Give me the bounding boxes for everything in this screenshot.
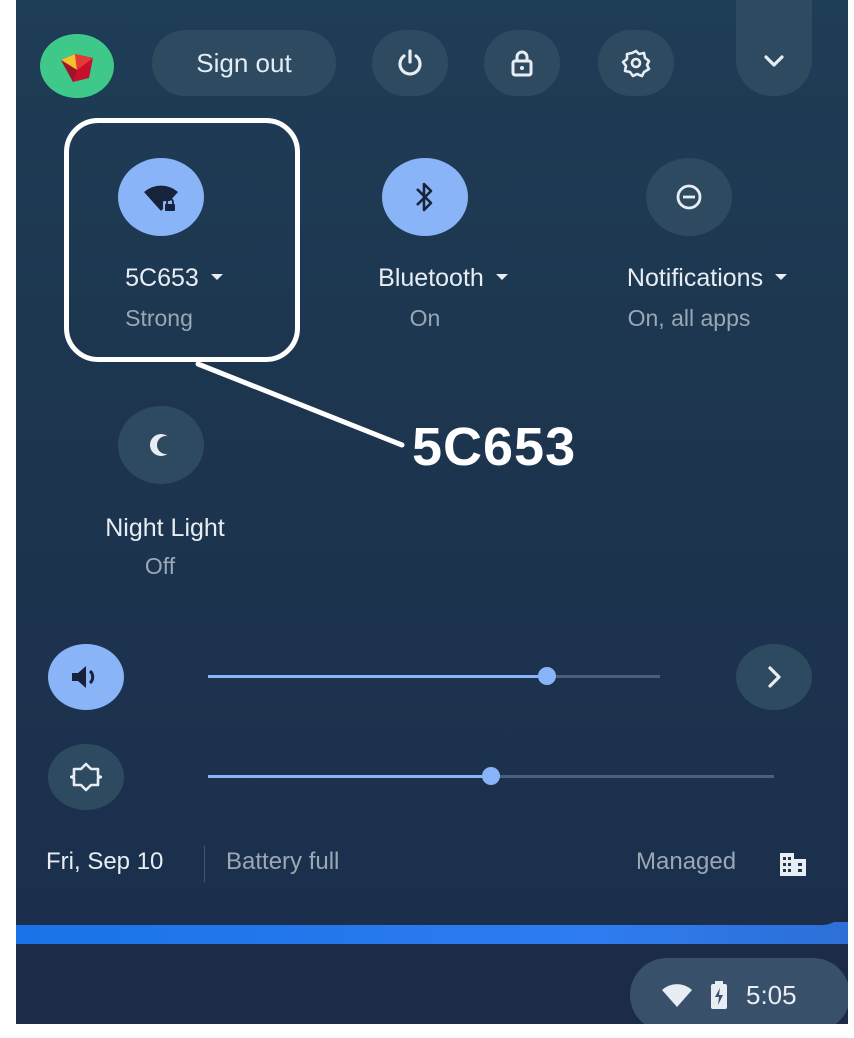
footer-divider [204,846,205,882]
battery-status: Battery full [226,848,340,875]
battery-charging-icon [711,981,727,1009]
volume-icon [72,666,95,688]
date-button[interactable]: Fri, Sep 10 [46,848,163,876]
chevron-right-icon [768,666,781,688]
callout-label: 5C653 [412,417,577,477]
wifi-icon [662,984,692,1007]
brightness-fill [208,775,491,778]
volume-slider-thumb[interactable] [538,667,556,685]
audio-settings-button[interactable] [736,644,812,710]
quick-settings-panel: Sign out 5C653 Strong Bluetooth On Notif… [16,0,848,925]
brightness-icon [70,762,102,792]
shelf-accent-bar [16,922,848,944]
managed-label[interactable]: Managed [636,848,736,876]
brightness-button[interactable] [48,744,124,810]
volume-mute-button[interactable] [48,644,124,710]
enterprise-building-icon [780,853,806,876]
clock-time: 5:05 [746,979,797,1010]
volume-fill [208,675,547,678]
status-tray-button[interactable]: 5:05 [630,958,848,1024]
system-tray-window: Sign out 5C653 Strong Bluetooth On Notif… [16,0,848,1024]
brightness-slider-thumb[interactable] [482,767,500,785]
